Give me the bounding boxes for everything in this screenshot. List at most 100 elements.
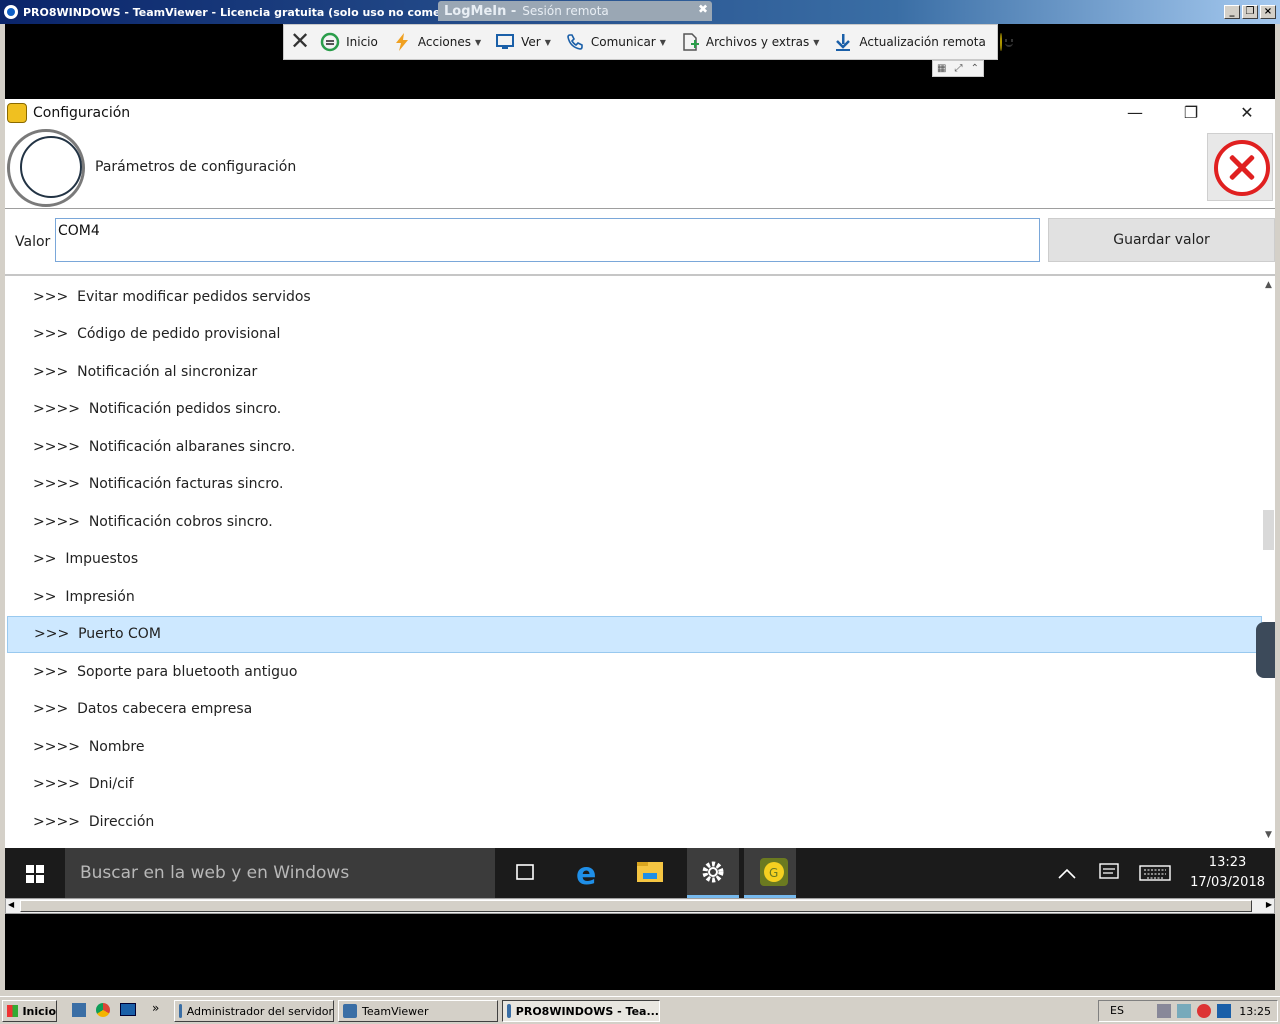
search-placeholder: Buscar en la web y en Windows (80, 863, 350, 883)
tray-app-icon[interactable] (1177, 1004, 1192, 1018)
chevron-up-icon[interactable] (1045, 848, 1089, 898)
chevron-down-icon: ▼ (813, 37, 820, 47)
host-task-teamviewer[interactable]: TeamViewer (338, 1000, 498, 1022)
header-title: Parámetros de configuración (95, 159, 297, 175)
config-list-item[interactable]: >> Impresión (7, 578, 1262, 615)
scroll-left-icon[interactable]: ◀ (8, 900, 14, 909)
windows-start-button[interactable] (5, 848, 65, 898)
host-clock[interactable]: 13:25 (1239, 1005, 1271, 1018)
toolbar-actions-label: Acciones (417, 35, 471, 49)
toolbar-update-label: Actualización remota (859, 35, 986, 49)
keyboard-icon[interactable] (1135, 848, 1175, 898)
config-list-item[interactable]: >>> Soporte para bluetooth antiguo (7, 653, 1262, 690)
config-list-item[interactable]: >>> Datos cabecera empresa (7, 691, 1262, 728)
app-restore-button[interactable]: ❐ (1163, 99, 1219, 127)
restore-button[interactable]: ❐ (1242, 5, 1258, 19)
security-icon[interactable] (1197, 1004, 1212, 1018)
scroll-thumb[interactable] (1263, 510, 1274, 550)
config-list-item[interactable]: >>>> Notificación cobros sincro. (7, 503, 1262, 540)
config-list-item[interactable]: >>>> Dirección (7, 803, 1262, 840)
save-value-button[interactable]: Guardar valor (1048, 218, 1275, 262)
host-task-remote-session[interactable]: PRO8WINDOWS - Tea... (502, 1000, 660, 1022)
desktop-icon[interactable] (120, 1003, 136, 1016)
minimize-button[interactable]: _ (1224, 5, 1240, 19)
remote-taskbar: Buscar en la web y en Windows e G 13:23 … (5, 848, 1275, 898)
app-minimize-button[interactable]: — (1107, 99, 1163, 127)
scroll-right-icon[interactable]: ▶ (1266, 900, 1272, 909)
toolbar-communicate[interactable]: Comunicar ▼ (565, 32, 666, 52)
toolbar-home[interactable]: Inicio (320, 32, 378, 52)
config-item-label: >>> Notificación al sincronizar (33, 363, 258, 380)
teamviewer-title: PRO8WINDOWS - TeamViewer - Licencia grat… (23, 5, 473, 19)
value-bar: Valor Guardar valor (5, 210, 1275, 276)
windows-logo-icon (26, 865, 44, 883)
fullscreen-icon[interactable]: ⤢ (955, 63, 963, 74)
notifications-icon[interactable] (1089, 848, 1129, 898)
teamviewer-tray-icon[interactable] (1217, 1004, 1232, 1018)
teamviewer-icon (343, 1004, 357, 1018)
config-list-item[interactable]: >>> Puerto COM (7, 615, 1262, 653)
logmein-close-icon[interactable]: ✖ (698, 2, 708, 16)
settings-gear-icon[interactable] (687, 848, 739, 898)
config-list-item[interactable]: >>>> Notificación facturas sincro. (7, 466, 1262, 503)
toolbar-actions[interactable]: Acciones ▼ (392, 32, 481, 52)
smiley-icon[interactable] (999, 33, 1013, 51)
remote-screen-bottom (5, 914, 1275, 990)
chevron-right-icon[interactable]: » (152, 1001, 159, 1015)
scroll-up-icon[interactable]: ▲ (1263, 280, 1274, 294)
chevron-down-icon: ▼ (474, 37, 482, 47)
host-task-label: TeamViewer (362, 1004, 429, 1018)
config-list-item[interactable]: >>>> Dni/cif (7, 766, 1262, 803)
app-taskbar-icon[interactable]: G (744, 848, 796, 898)
config-list-item[interactable]: >>>> Notificación albaranes sincro. (7, 428, 1262, 465)
host-start-button[interactable]: Inicio (2, 1000, 57, 1022)
config-item-label: >>>> Nombre (33, 738, 145, 755)
file-explorer-icon[interactable] (624, 848, 676, 898)
config-list-item[interactable]: >>>> Nombre (7, 728, 1262, 765)
app-icon (7, 103, 27, 123)
task-view-icon[interactable] (499, 848, 551, 898)
toolbar-files[interactable]: Archivos y extras ▼ (680, 32, 820, 52)
phone-icon (565, 32, 585, 52)
teamviewer-window: PRO8WINDOWS - TeamViewer - Licencia grat… (0, 0, 1280, 996)
chevron-up-icon[interactable]: ⌃ (971, 63, 979, 74)
config-titlebar: Configuración — ❐ ✕ (5, 99, 1275, 127)
config-list-item[interactable]: >>> Evitar modificar pedidos servidos (7, 278, 1262, 315)
web-search-box[interactable]: Buscar en la web y en Windows (65, 848, 495, 898)
network-icon[interactable] (1157, 1004, 1172, 1018)
list-scrollbar[interactable]: ▲ ▼ (1262, 278, 1275, 848)
grid-icon[interactable]: ▦ (937, 63, 946, 74)
toolbar-close-icon[interactable]: ✕ (290, 29, 310, 54)
toolbar-view[interactable]: Ver ▼ (495, 32, 551, 52)
scroll-down-icon[interactable]: ▼ (1263, 830, 1274, 844)
download-icon (833, 32, 853, 52)
chrome-icon[interactable] (96, 1003, 110, 1017)
config-list-item[interactable]: >>> Código de pedido provisional (7, 316, 1262, 353)
config-list-item[interactable]: >>> Notificación al sincronizar (7, 353, 1262, 390)
toolbar-update[interactable]: Actualización remota (833, 32, 986, 52)
cancel-button[interactable] (1207, 133, 1273, 201)
close-button[interactable]: × (1260, 5, 1276, 19)
teamviewer-toolbar: ✕ Inicio Acciones ▼ Ver ▼ Comunicar ▼ Ar… (283, 24, 1013, 60)
horizontal-scrollbar[interactable]: ◀ ▶ (5, 898, 1275, 914)
logmein-tab[interactable]: LogMeIn - Sesión remota ✖ (438, 1, 712, 21)
config-item-label: >> Impuestos (33, 551, 139, 567)
teamviewer-side-tab[interactable] (1256, 622, 1275, 678)
hscroll-thumb[interactable] (20, 900, 1252, 912)
remote-clock[interactable]: 13:23 17/03/2018 (1190, 853, 1265, 893)
host-task-server-manager[interactable]: Administrador del servidor (174, 1000, 334, 1022)
config-list-item[interactable]: >> Impuestos (7, 541, 1262, 578)
config-item-label: >>> Puerto COM (34, 626, 161, 642)
value-input[interactable] (55, 218, 1040, 262)
app-close-button[interactable]: ✕ (1219, 99, 1275, 127)
config-header: Parámetros de configuración (5, 127, 1275, 209)
server-manager-quick-icon[interactable] (72, 1003, 86, 1017)
teamviewer-icon (507, 1004, 511, 1018)
edge-icon[interactable]: e (562, 848, 614, 898)
logmein-session: Sesión remota (522, 4, 609, 18)
config-list-item[interactable]: >>>> Notificación pedidos sincro. (7, 391, 1262, 428)
host-taskbar: Inicio » Administrador del servidor Team… (0, 996, 1280, 1024)
toolbar-mini-controls: ▦ ⤢ ⌃ (932, 60, 984, 77)
server-manager-icon (179, 1004, 182, 1018)
config-item-label: >>>> Notificación pedidos sincro. (33, 401, 282, 417)
